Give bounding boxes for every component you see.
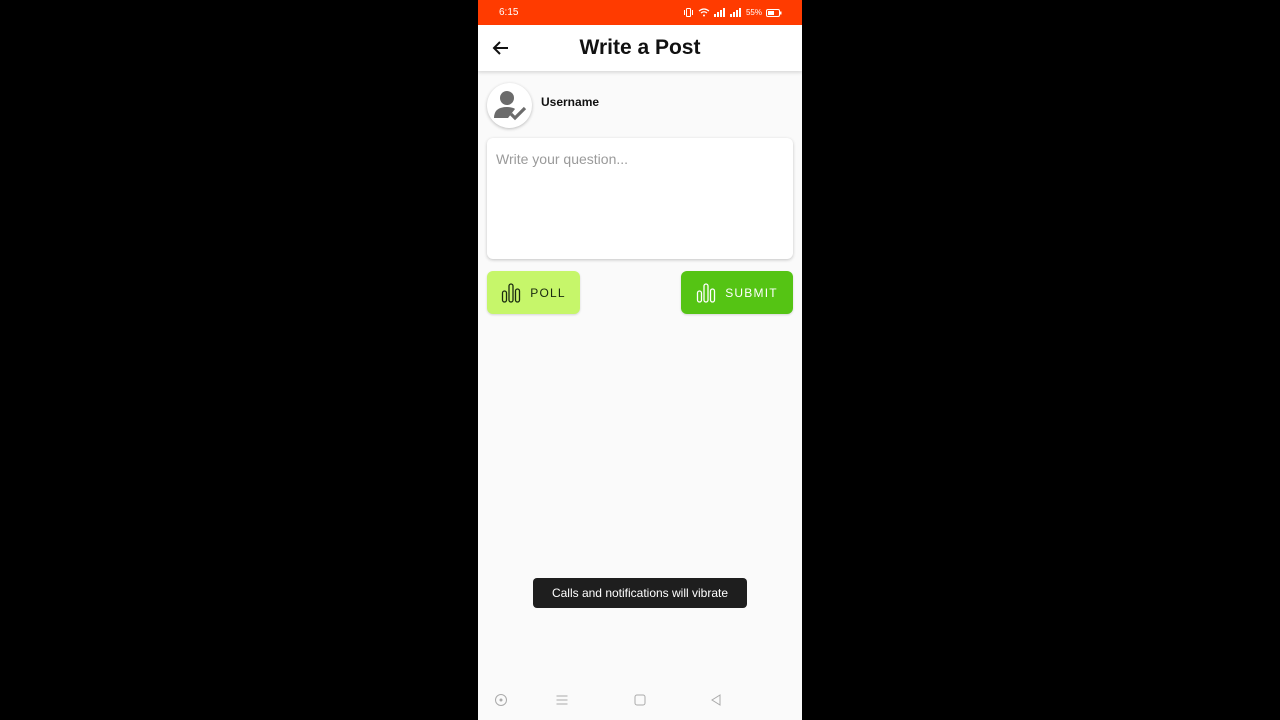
battery-percent: 55% [745,8,762,17]
home-button[interactable] [632,692,648,708]
status-icons: 55% [683,8,782,17]
question-input[interactable] [487,138,793,259]
submit-label: SUBMIT [725,285,778,300]
signal-icon [713,8,725,17]
status-time: 6:15 [499,7,519,18]
avatar[interactable] [487,83,532,128]
poll-label: POLL [530,285,566,300]
toast-message: Calls and notifications will vibrate [533,578,747,608]
system-nav-bar [478,688,802,712]
back-triangle-icon [711,694,721,706]
app-bar: Write a Post [478,25,802,71]
home-square-icon [634,694,646,706]
nav-back-button[interactable] [708,692,724,708]
page-title: Write a Post [579,36,701,59]
accessibility-button[interactable] [493,692,509,708]
menu-button[interactable] [554,692,570,708]
status-bar: 6:15 55% [478,0,802,25]
wifi-icon [698,8,710,17]
submit-button[interactable]: SUBMIT [681,271,793,314]
signal-icon [729,8,741,17]
menu-icon [556,695,568,705]
bar-chart-icon [502,282,521,303]
user-check-icon [493,90,526,120]
accessibility-icon [495,694,507,706]
phone-screen: 6:15 55% Write a Post Username Write you… [478,0,802,720]
vibrate-icon [683,8,693,17]
bar-chart-icon [697,282,716,303]
username: Username [541,95,600,109]
poll-button[interactable]: POLL [487,271,580,314]
battery-icon [766,8,782,17]
